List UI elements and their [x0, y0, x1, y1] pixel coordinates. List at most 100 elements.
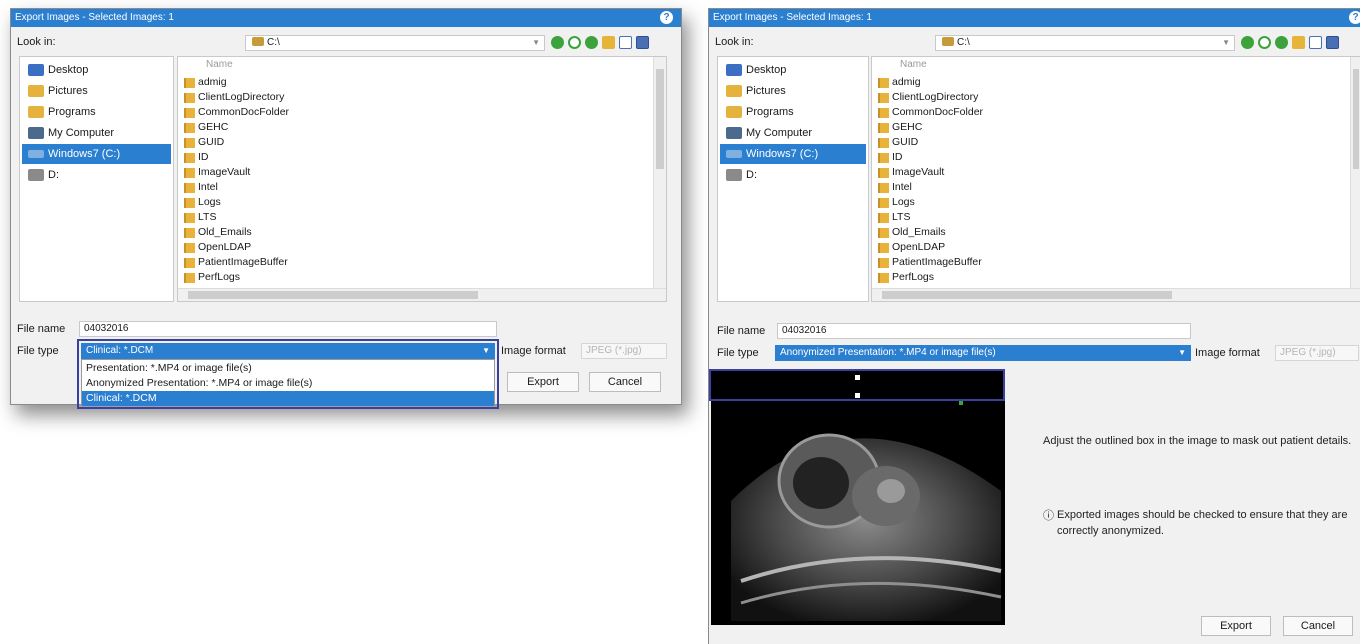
forward-icon[interactable]: [1258, 36, 1271, 49]
cancel-button[interactable]: Cancel: [1283, 616, 1353, 636]
place-d[interactable]: D:: [720, 165, 866, 185]
horizontal-scrollbar[interactable]: [872, 288, 1360, 301]
mask-resize-handle[interactable]: [855, 393, 860, 398]
new-folder-icon[interactable]: [1292, 36, 1305, 49]
horizontal-scrollbar[interactable]: [178, 288, 666, 301]
list-view-icon[interactable]: [619, 36, 632, 49]
place-my-computer[interactable]: My Computer: [22, 123, 171, 143]
list-item[interactable]: LTS: [184, 210, 216, 225]
detail-view-icon[interactable]: [636, 36, 649, 49]
list-item[interactable]: ID: [878, 150, 903, 165]
list-item[interactable]: Logs: [184, 195, 221, 210]
file-type-select[interactable]: Anonymized Presentation: *.MP4 or image …: [775, 345, 1191, 361]
nav-toolbar: [1241, 36, 1339, 49]
list-item[interactable]: GUID: [878, 135, 918, 150]
look-in-combo[interactable]: C:\ ▼: [245, 35, 545, 51]
list-item[interactable]: Intel: [878, 180, 912, 195]
place-desktop[interactable]: Desktop: [720, 60, 866, 80]
export-dialog-left: Export Images - Selected Images: 1 ? Loo…: [10, 8, 682, 409]
place-my-computer[interactable]: My Computer: [720, 123, 866, 143]
column-header-name[interactable]: Name: [206, 59, 233, 70]
folder-icon: [184, 213, 195, 223]
export-button[interactable]: Export: [1201, 616, 1271, 636]
list-item[interactable]: Old_Emails: [184, 225, 252, 240]
file-list: Name admig ClientLogDirectory CommonDocF…: [177, 56, 667, 302]
help-icon[interactable]: ?: [660, 11, 673, 24]
list-item[interactable]: GEHC: [184, 120, 228, 135]
folder-icon: [184, 243, 195, 253]
list-item[interactable]: OpenLDAP: [184, 240, 251, 255]
list-item[interactable]: GEHC: [878, 120, 922, 135]
image-format-label: Image format: [1195, 347, 1260, 359]
list-item[interactable]: ID: [184, 150, 209, 165]
scroll-thumb[interactable]: [882, 291, 1172, 299]
look-in-value: C:\: [957, 37, 970, 48]
forward-icon[interactable]: [568, 36, 581, 49]
place-d[interactable]: D:: [22, 165, 171, 185]
back-icon[interactable]: [551, 36, 564, 49]
file-name-input[interactable]: 04032016: [79, 321, 497, 337]
list-item[interactable]: ClientLogDirectory: [184, 90, 284, 105]
place-desktop[interactable]: Desktop: [22, 60, 171, 80]
list-item[interactable]: PatientImageBuffer: [184, 255, 288, 270]
look-in-combo[interactable]: C:\ ▼: [935, 35, 1235, 51]
vertical-scrollbar[interactable]: [1350, 57, 1360, 289]
list-item[interactable]: OpenLDAP: [878, 240, 945, 255]
column-header-name[interactable]: Name: [900, 59, 927, 70]
file-label: OpenLDAP: [198, 241, 252, 253]
folder-icon: [878, 228, 889, 238]
mask-resize-handle[interactable]: [855, 375, 860, 380]
list-item[interactable]: CommonDocFolder: [184, 105, 289, 120]
file-name-input[interactable]: 04032016: [777, 323, 1191, 339]
list-item[interactable]: admig: [184, 75, 227, 90]
place-pictures[interactable]: Pictures: [22, 81, 171, 101]
folder-icon: [878, 108, 889, 118]
file-type-label: File type: [717, 347, 759, 359]
file-label: Old_Emails: [892, 226, 946, 238]
detail-view-icon[interactable]: [1326, 36, 1339, 49]
place-label: D:: [746, 169, 757, 181]
image-format-select[interactable]: JPEG (*.jpg): [581, 343, 667, 359]
folder-icon: [878, 153, 889, 163]
scroll-thumb[interactable]: [656, 69, 664, 169]
help-icon[interactable]: ?: [1349, 11, 1360, 24]
image-format-select[interactable]: JPEG (*.jpg): [1275, 345, 1359, 361]
place-programs[interactable]: Programs: [22, 102, 171, 122]
list-item[interactable]: LTS: [878, 210, 910, 225]
list-item[interactable]: GUID: [184, 135, 224, 150]
list-item[interactable]: PerfLogs: [878, 270, 934, 285]
list-item[interactable]: Intel: [184, 180, 218, 195]
desktop-icon: [28, 64, 44, 76]
places-sidebar: Desktop Pictures Programs My Computer Wi…: [717, 56, 869, 302]
folder-icon: [878, 213, 889, 223]
place-pictures[interactable]: Pictures: [720, 81, 866, 101]
export-button[interactable]: Export: [507, 372, 579, 392]
vertical-scrollbar[interactable]: [653, 57, 666, 289]
place-programs[interactable]: Programs: [720, 102, 866, 122]
list-item[interactable]: Old_Emails: [878, 225, 946, 240]
file-label: Logs: [892, 196, 915, 208]
list-item[interactable]: PerfLogs: [184, 270, 240, 285]
scroll-thumb[interactable]: [188, 291, 478, 299]
list-item[interactable]: Logs: [878, 195, 915, 210]
up-folder-icon[interactable]: [585, 36, 598, 49]
place-windows7-c[interactable]: Windows7 (C:): [720, 144, 866, 164]
list-item[interactable]: ImageVault: [878, 165, 944, 180]
file-label: GUID: [198, 136, 225, 148]
list-item[interactable]: admig: [878, 75, 921, 90]
list-item[interactable]: PatientImageBuffer: [878, 255, 982, 270]
cancel-button[interactable]: Cancel: [589, 372, 661, 392]
list-item[interactable]: ClientLogDirectory: [878, 90, 978, 105]
list-item[interactable]: CommonDocFolder: [878, 105, 983, 120]
list-view-icon[interactable]: [1309, 36, 1322, 49]
up-folder-icon[interactable]: [1275, 36, 1288, 49]
drive-icon: [726, 150, 742, 158]
scroll-thumb[interactable]: [1353, 69, 1359, 169]
look-in-value: C:\: [267, 37, 280, 48]
back-icon[interactable]: [1241, 36, 1254, 49]
file-label: ID: [198, 151, 209, 163]
new-folder-icon[interactable]: [602, 36, 615, 49]
list-item[interactable]: ImageVault: [184, 165, 250, 180]
place-windows7-c[interactable]: Windows7 (C:): [22, 144, 171, 164]
file-name-label: File name: [17, 323, 66, 335]
